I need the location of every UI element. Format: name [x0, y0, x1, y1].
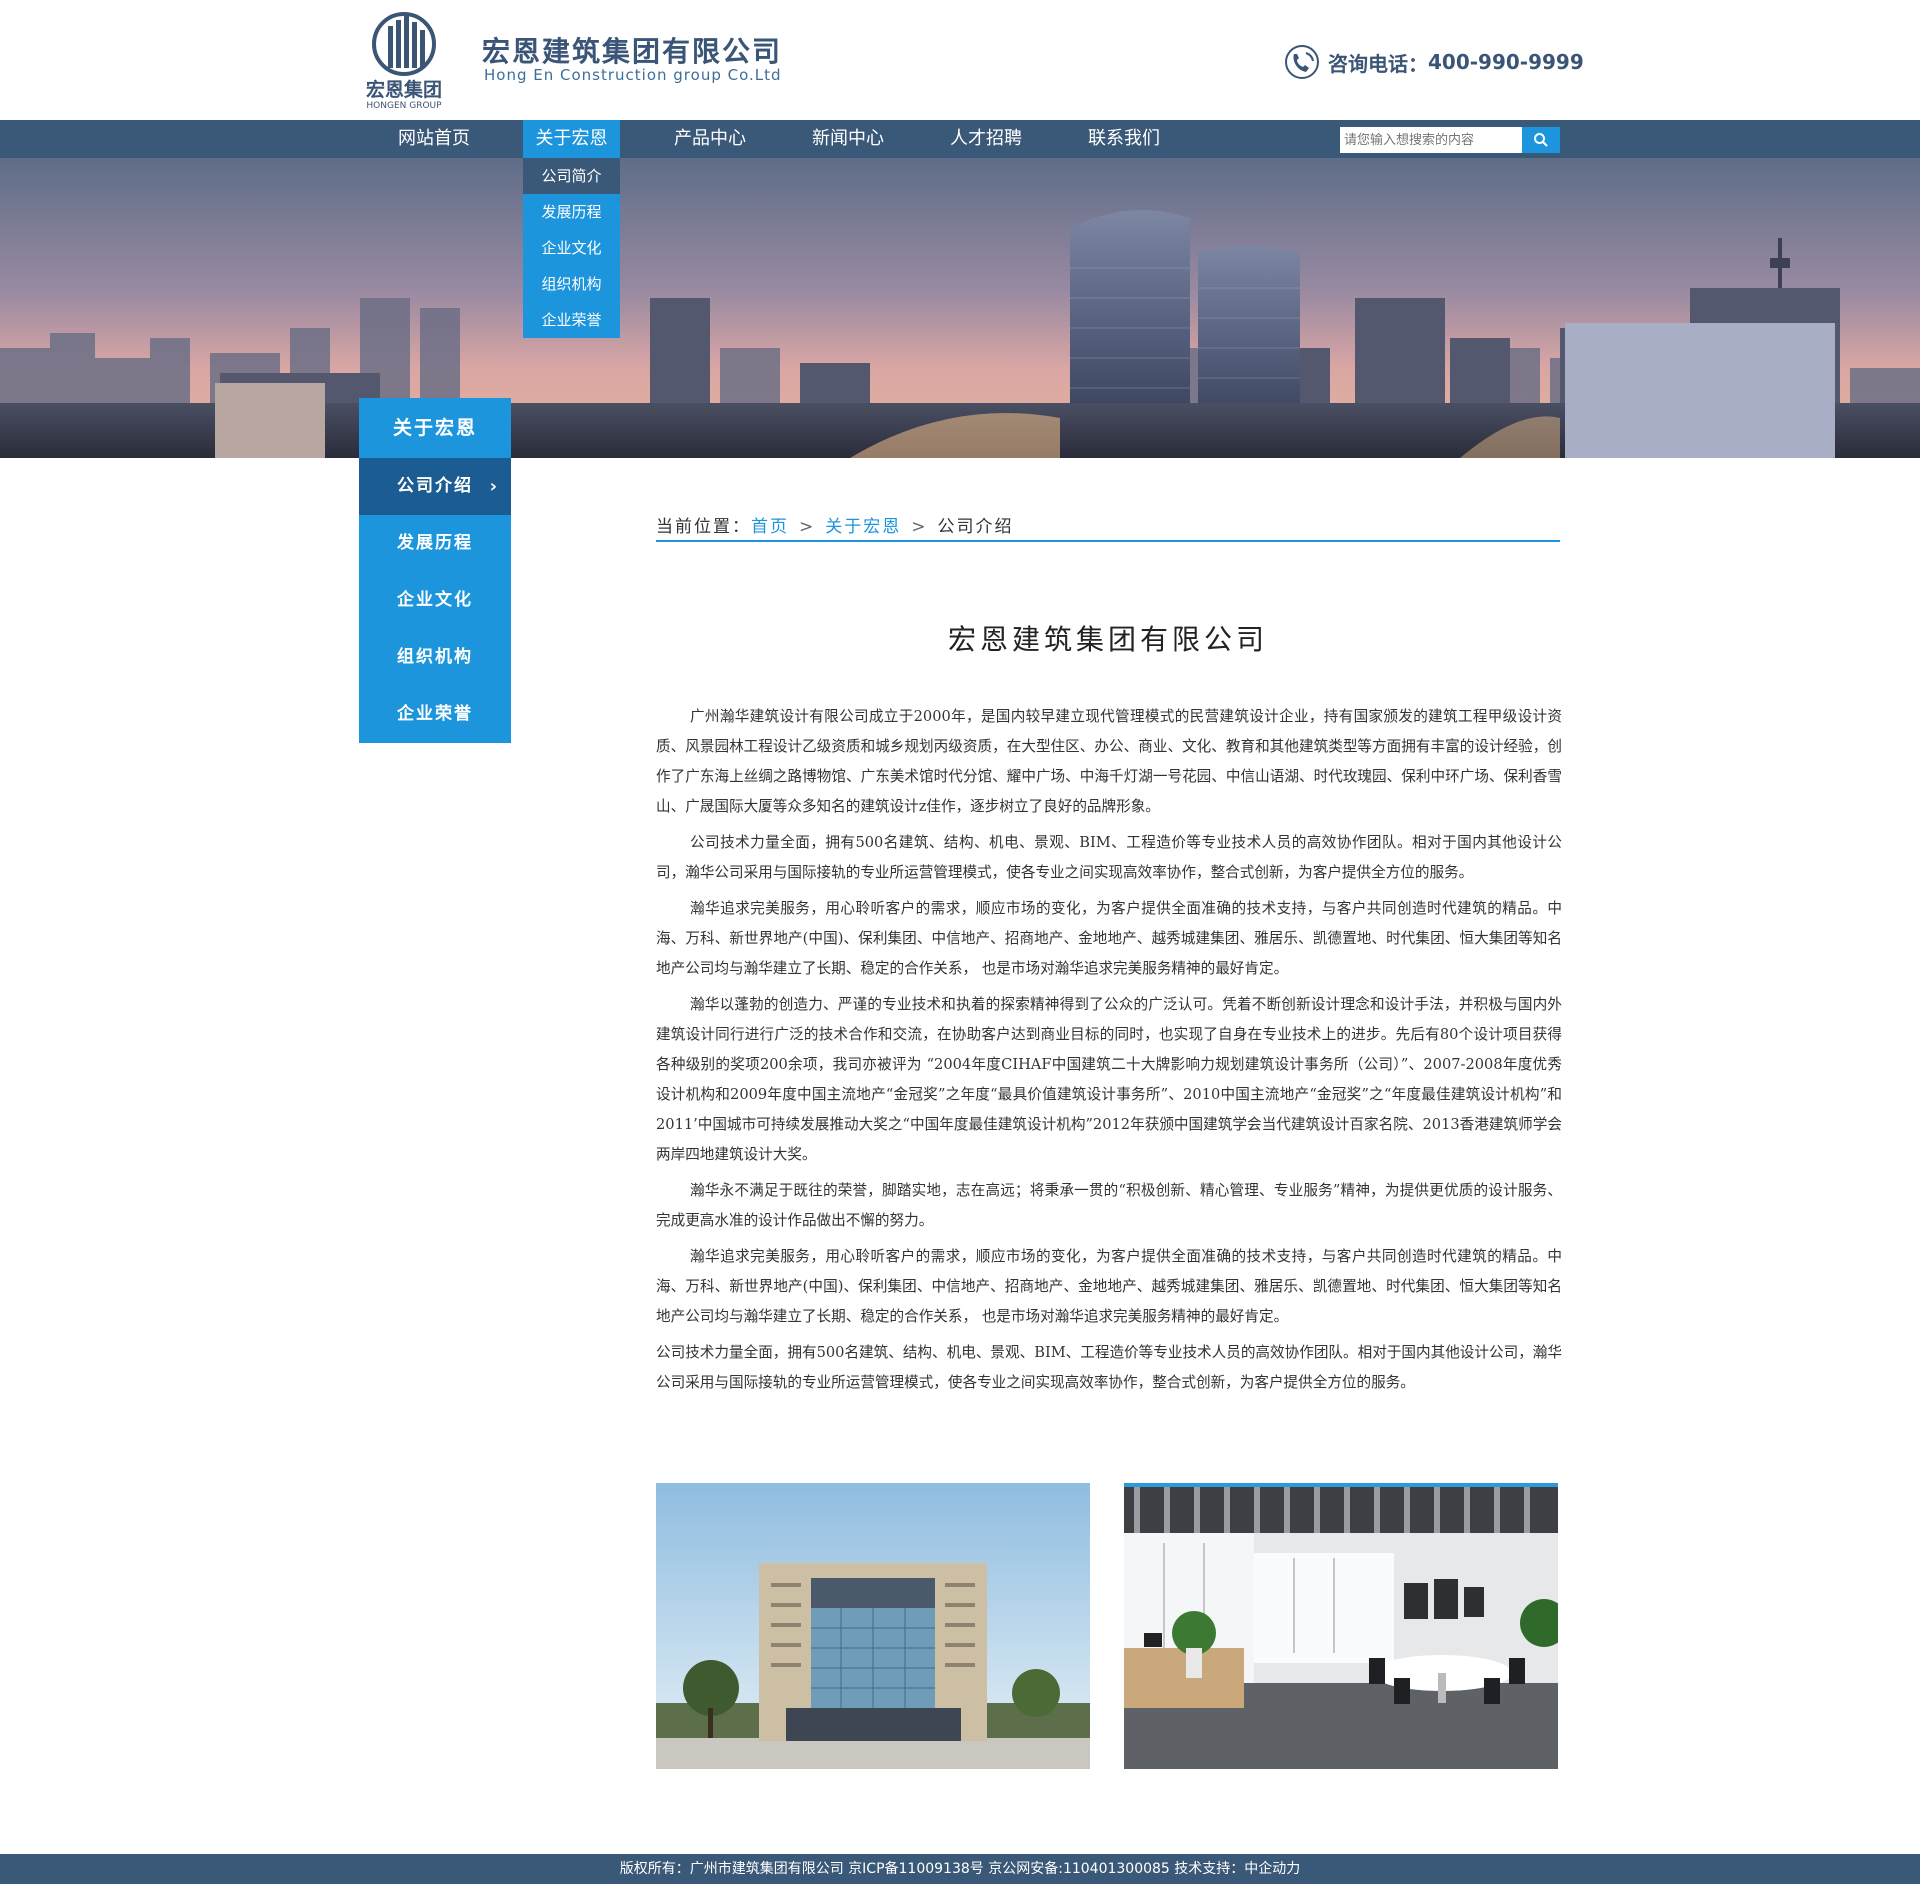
side-item-intro[interactable]: 公司介绍 › [359, 458, 511, 515]
side-item-label: 企业文化 [397, 590, 473, 610]
nav-contact[interactable]: 联系我们 [1074, 120, 1174, 158]
breadcrumb-section-link[interactable]: 关于宏恩 [825, 517, 901, 537]
footer: 版权所有：广州市建筑集团有限公司 京ICP备11009138号 京公网安备:11… [0, 1854, 1920, 1884]
cityscape-image [0, 158, 1920, 458]
breadcrumb-home-link[interactable]: 首页 [751, 517, 789, 537]
header: 宏恩集团 HONGEN GROUP 宏恩建筑集团有限公司 Hong En Con… [0, 0, 1920, 120]
side-menu-heading: 关于宏恩 [359, 398, 511, 458]
dropdown-item-culture[interactable]: 企业文化 [523, 230, 620, 266]
breadcrumb-current: 公司介绍 [937, 517, 1014, 537]
dropdown-item-profile[interactable]: 公司简介 [523, 158, 620, 194]
about-dropdown: 公司简介 发展历程 企业文化 组织机构 企业荣誉 [523, 158, 620, 338]
hotline: 咨询电话： 400-990-9999 [1282, 44, 1584, 80]
side-menu: 关于宏恩 公司介绍 › 发展历程 企业文化 组织机构 企业荣誉 [359, 398, 511, 743]
nav-careers[interactable]: 人才招聘 [936, 120, 1036, 158]
office-photo [1124, 1483, 1558, 1769]
article-title: 宏恩建筑集团有限公司 [947, 623, 1268, 656]
building-photo [656, 1483, 1090, 1769]
company-name-en: Hong En Construction group Co.Ltd [484, 66, 782, 84]
building-exterior-image [656, 1483, 1090, 1769]
side-item-honors[interactable]: 企业荣誉 [359, 686, 511, 743]
article-paragraph: 公司技术力量全面，拥有500名建筑、结构、机电、景观、BIM、工程造价等专业技术… [656, 834, 1562, 881]
company-logo-icon[interactable]: 宏恩集团 HONGEN GROUP [344, 10, 464, 110]
side-item-culture[interactable]: 企业文化 [359, 572, 511, 629]
dropdown-item-history[interactable]: 发展历程 [523, 194, 620, 230]
chevron-right-icon: › [489, 476, 499, 497]
dropdown-item-honors[interactable]: 企业荣誉 [523, 302, 620, 338]
side-item-history[interactable]: 发展历程 [359, 515, 511, 572]
dropdown-item-organization[interactable]: 组织机构 [523, 266, 620, 302]
breadcrumb-prefix: 当前位置： [656, 517, 751, 537]
nav-products[interactable]: 产品中心 [660, 120, 760, 158]
main-nav: 网站首页 关于宏恩 产品中心 新闻中心 人才招聘 联系我们 [0, 120, 1920, 158]
article-paragraph: 瀚华永不满足于既往的荣誉，脚踏实地，志在高远；将秉承一贯的“积极创新、精心管理、… [656, 1182, 1562, 1229]
article-paragraph: 瀚华追求完美服务，用心聆听客户的需求，顺应市场的变化，为客户提供全面准确的技术支… [656, 900, 1562, 977]
article-paragraph: 瀚华以蓬勃的创造力、严谨的专业技术和执着的探索精神得到了公众的广泛认可。凭着不断… [656, 996, 1562, 1163]
phone-icon [1285, 45, 1319, 79]
search-icon [1534, 133, 1548, 147]
logo-cn: 宏恩集团 [366, 78, 442, 101]
article-paragraph: 公司技术力量全面，拥有500名建筑、结构、机电、景观、BIM、工程造价等专业技术… [656, 1344, 1562, 1391]
side-item-label: 企业荣誉 [397, 704, 473, 724]
search-button[interactable] [1522, 127, 1560, 153]
side-item-label: 公司介绍 [397, 476, 473, 496]
company-name: 宏恩建筑集团有限公司 [482, 35, 783, 68]
search-input[interactable] [1340, 127, 1522, 153]
article-paragraph: 瀚华追求完美服务，用心聆听客户的需求，顺应市场的变化，为客户提供全面准确的技术支… [656, 1248, 1562, 1325]
nav-about[interactable]: 关于宏恩 [523, 120, 620, 158]
page: 宏恩集团 HONGEN GROUP 宏恩建筑集团有限公司 Hong En Con… [0, 0, 1920, 1884]
office-interior-image [1124, 1483, 1558, 1769]
phone-label: 咨询电话： [1328, 51, 1428, 76]
breadcrumb-separator-icon: > [911, 517, 928, 537]
logo-en: HONGEN GROUP [366, 101, 442, 110]
breadcrumb: 当前位置：首页 > 关于宏恩 > 公司介绍 [656, 512, 1560, 542]
article-paragraph: 广州瀚华建筑设计有限公司成立于2000年，是国内较早建立现代管理模式的民营建筑设… [656, 708, 1562, 815]
side-item-organization[interactable]: 组织机构 [359, 629, 511, 686]
footer-copyright: 版权所有：广州市建筑集团有限公司 京ICP备11009138号 京公网安备:11… [619, 1861, 1301, 1877]
nav-news[interactable]: 新闻中心 [798, 120, 898, 158]
side-item-label: 发展历程 [397, 533, 473, 553]
phone-number: 400-990-9999 [1428, 50, 1584, 74]
nav-home[interactable]: 网站首页 [384, 120, 484, 158]
side-item-label: 组织机构 [397, 647, 473, 667]
search-box [1340, 127, 1560, 153]
banner-cityscape [0, 158, 1920, 458]
article-body: 广州瀚华建筑设计有限公司成立于2000年，是国内较早建立现代管理模式的民营建筑设… [656, 702, 1562, 1404]
breadcrumb-separator-icon: > [799, 517, 816, 537]
